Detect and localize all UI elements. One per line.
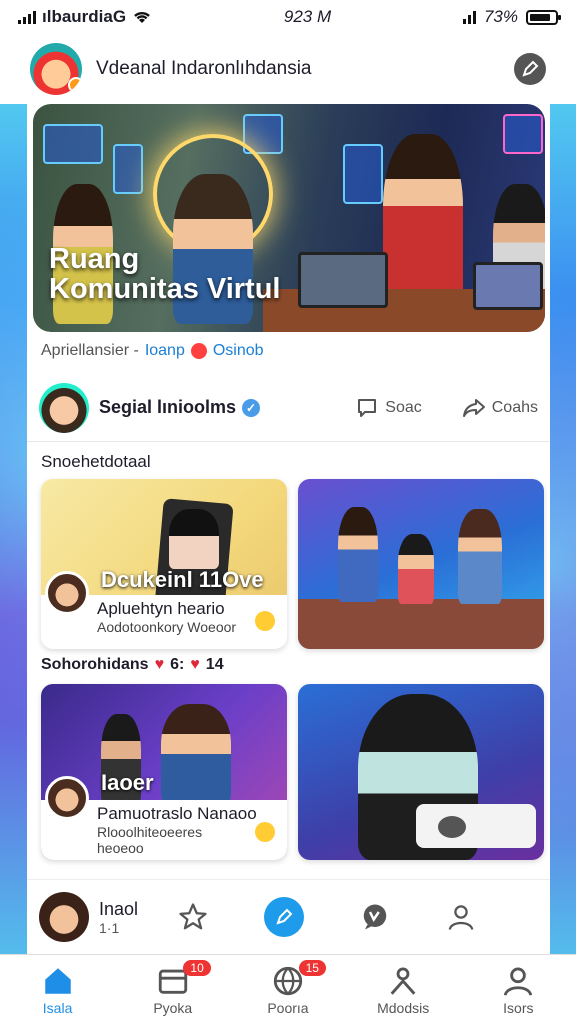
bottom-tab-bar: Isala 10 Pyoka 15 Poorıa Mdodsis Isors [0, 954, 576, 1024]
share-button[interactable]: Coahs [462, 396, 538, 420]
heart-icon-2: ♥ [190, 656, 200, 673]
carrier-label: ılbaurdiaG [42, 7, 127, 26]
reaction-count-1: 6: [170, 656, 185, 673]
smile-icon [255, 822, 275, 842]
card-subtitle: Rlooolhiteoeeres [97, 824, 203, 840]
battery-percent: 73% [483, 7, 518, 26]
card-title: Apluehtyn heario [97, 599, 225, 618]
tab-label: Pyoka [153, 999, 193, 1016]
reaction-icon [190, 343, 207, 359]
card-avatar[interactable] [45, 776, 89, 820]
cell-icon [462, 10, 476, 24]
content-card-image[interactable] [298, 684, 544, 860]
status-bar: ılbaurdiaG 923 M 73% [0, 0, 576, 34]
tab-label: Poorıa [267, 999, 309, 1016]
tab-badge: 10 [183, 959, 211, 976]
hero-meta-link2[interactable]: Osinob [213, 342, 264, 360]
compose-button[interactable] [264, 897, 305, 937]
wifi-icon [134, 11, 150, 23]
status-time: 923 M [283, 7, 332, 26]
bottom-sub: 1·1 [99, 919, 120, 936]
community-icon [390, 967, 416, 995]
hero-caption: Ruang Komunitas Virtul [49, 244, 281, 304]
notification-dot [68, 77, 82, 93]
user-icon[interactable] [446, 902, 476, 932]
tab-community[interactable]: Mdodsis [353, 964, 453, 1016]
comment-button[interactable]: Soac [355, 396, 422, 420]
content-card[interactable]: Iaoer Pamuotraslo Nanaoo Rlooolhiteoeere… [41, 684, 287, 860]
reactions-row: Sohorohidans ♥ 6: ♥ 14 [41, 656, 224, 674]
card-avatar[interactable] [45, 571, 89, 615]
post-avatar[interactable] [39, 382, 89, 433]
bottom-name: Inaol [99, 898, 139, 919]
hero-meta-link1[interactable]: Ioanp [145, 342, 185, 360]
laptop-illustration [298, 252, 388, 308]
battery-icon [525, 9, 561, 25]
comment-icon [358, 398, 377, 417]
hero-banner[interactable]: Ruang Komunitas Virtul [33, 104, 545, 332]
smile-icon [255, 611, 275, 631]
section-title-1: Snoehetdotaal [41, 452, 151, 471]
tab-label: Isala [42, 999, 73, 1016]
post-author-name: Segial lınioolms [99, 397, 237, 417]
card-overlay-title: Iaoer [101, 770, 154, 795]
profile-avatar[interactable] [30, 43, 82, 95]
card-overlay-title: Dcukeinl 11Ove [101, 567, 264, 592]
hero-caption-line1: Ruang [49, 243, 140, 275]
app-header: Vdeanal Indaronlıhdansia [0, 34, 576, 104]
edit-icon [522, 60, 539, 77]
page-title: Vdeanal Indaronlıhdansia [96, 58, 312, 79]
tab-inbox[interactable]: 10 Pyoka [123, 959, 223, 1016]
section-title-2: Sohorohidans [41, 656, 149, 673]
bottom-avatar[interactable] [39, 892, 89, 942]
reaction-count-2: 14 [205, 656, 224, 673]
tab-badge: 15 [298, 959, 326, 976]
content-card[interactable]: Dcukeinl 11Ove Apluehtyn heario Aodotoon… [41, 479, 287, 649]
verified-icon: ✓ [242, 398, 261, 417]
share-icon [462, 398, 485, 417]
hero-meta-text: Apriellansier - [41, 342, 139, 359]
compose-icon [276, 908, 293, 925]
chat-icon[interactable] [360, 902, 390, 932]
hero-caption-line2: Komunitas Virtul [49, 273, 281, 305]
share-label: Coahs [491, 398, 538, 416]
tab-profile[interactable]: Isors [468, 964, 568, 1016]
post-row: Segial lınioolms ✓ Soac Coahs [27, 374, 550, 442]
tab-label: Mdodsis [377, 999, 430, 1016]
edit-button[interactable] [514, 53, 546, 85]
star-icon[interactable] [178, 902, 208, 932]
comment-label: Soac [385, 398, 422, 416]
card-subtitle: Aodotoonkory Woeoor [97, 619, 237, 635]
tab-label: Isors [503, 999, 534, 1016]
card-subtitle-2: heoeoo [97, 840, 144, 856]
home-icon [44, 967, 71, 994]
content-card-image[interactable] [298, 479, 544, 649]
signal-icon [18, 10, 36, 24]
bottom-card: Inaol 1·1 [27, 879, 550, 954]
hero-meta: Apriellansier - Ioanp Osinob [41, 342, 264, 360]
profile-icon [504, 967, 533, 996]
feed-panel: Ruang Komunitas Virtul Apriellansier - I… [27, 104, 550, 954]
tab-home[interactable]: Isala [8, 964, 108, 1016]
tab-globe[interactable]: 15 Poorıa [238, 959, 338, 1016]
card-title: Pamuotraslo Nanaoo [97, 804, 257, 823]
heart-icon: ♥ [154, 656, 165, 673]
post-author[interactable]: Segial lınioolms ✓ [99, 397, 261, 418]
